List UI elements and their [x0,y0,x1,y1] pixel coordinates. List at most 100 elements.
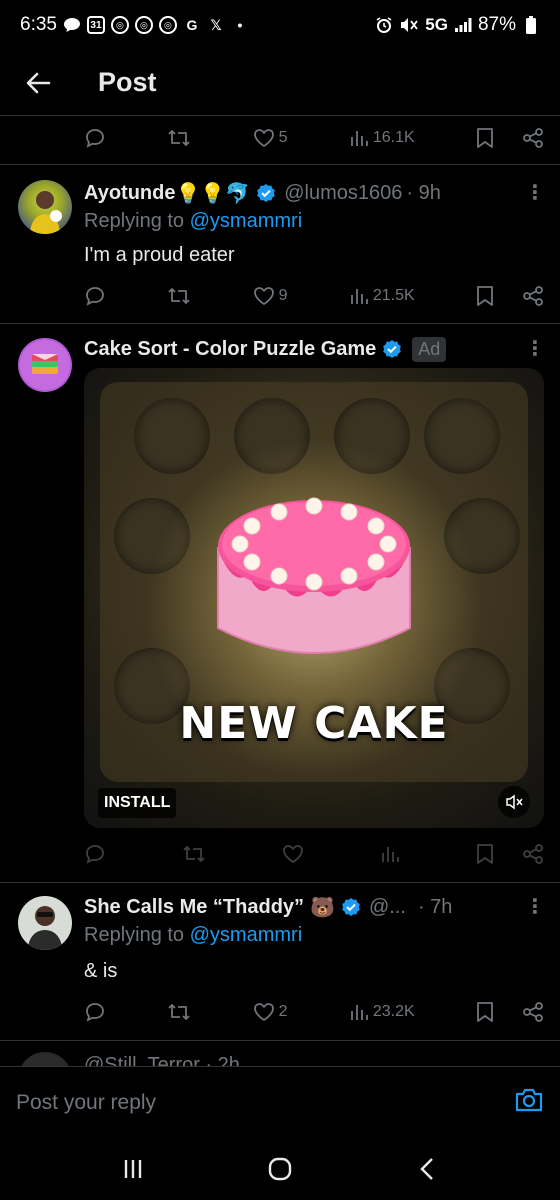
tweet-text: & is [84,960,118,982]
reply-input[interactable] [16,1090,476,1115]
top-header: Post [0,50,560,116]
verified-badge-icon [341,897,361,917]
cake-app-icon [20,340,70,390]
mute-toggle[interactable] [498,786,530,818]
like-button[interactable] [282,844,304,864]
install-button[interactable]: INSTALL [98,788,177,818]
repost-button[interactable] [167,127,191,149]
next-tweet-peek[interactable]: @Still_Terror · 2h [0,1040,560,1066]
status-bar: 6:35 31 ◎ ◎ ◎ G 𝕏 • 5G 87% [0,0,560,50]
like-button[interactable]: 2 [253,1002,288,1022]
mention-link[interactable]: @ysmammri [190,924,303,946]
dot-icon: • [237,17,243,33]
reply-button[interactable] [84,127,106,149]
instagram-icon: ◎ [110,16,129,34]
x-logo-icon: 𝕏 [210,16,222,33]
system-nav-bar [0,1138,560,1200]
reply-icon [86,845,104,864]
post-time: · 9h [406,181,441,204]
avatar[interactable] [18,896,72,950]
battery-icon [522,16,540,34]
share-icon [523,286,543,306]
home-icon [268,1157,292,1181]
share-button[interactable] [522,127,544,149]
share-button[interactable] [522,843,544,865]
divider [0,323,560,324]
avatar[interactable] [18,180,72,234]
recents-icon [125,1160,142,1178]
tweet-action-bar: 2 23.2K [84,992,544,1032]
user-handle[interactable]: @lumos1606 [284,182,402,205]
recent-apps-button[interactable] [103,1144,163,1194]
like-count: 2 [278,1003,288,1020]
repost-button[interactable] [182,843,206,865]
avatar[interactable] [18,338,72,392]
divider [0,164,560,165]
more-options-icon[interactable]: ⋮ [525,894,545,919]
share-button[interactable] [522,285,544,307]
arrow-left-icon [26,72,51,93]
tweet-header: Cake Sort - Color Puzzle Game Ad ⋮ [84,334,545,364]
home-button[interactable] [250,1144,310,1194]
verified-badge-icon [256,183,276,203]
ad-headline: NEW CAKE [179,698,449,749]
like-button[interactable]: 5 [253,128,288,148]
more-options-icon[interactable]: ⋮ [525,180,545,205]
reply-button[interactable] [84,843,106,865]
ad-tools [476,843,544,865]
back-button[interactable] [0,50,76,116]
camera-button[interactable] [514,1086,544,1119]
divider [0,882,560,883]
avatar[interactable] [18,1052,72,1066]
repost-button[interactable] [167,1001,191,1023]
views-button[interactable]: 21.5K [349,286,415,306]
views-button[interactable]: 16.1K [349,128,415,148]
avatar-image [28,906,62,950]
reply-icon [86,1003,104,1022]
share-button[interactable] [522,1001,544,1023]
bookmark-button[interactable] [476,843,494,865]
display-name[interactable]: Ayotunde [84,182,175,205]
reply-composer [0,1066,560,1138]
heart-icon [253,1003,274,1022]
reply-button[interactable] [84,285,106,307]
tweet-header: Ayotunde 💡💡🐬 @lumos1606 · 9h ⋮ [84,178,545,208]
view-count: 23.2K [372,1003,415,1020]
share-icon [523,128,543,148]
page-title: Post [98,67,157,97]
calendar-icon: 31 [86,16,105,34]
mention-link[interactable]: @ysmammri [190,210,303,232]
user-handle[interactable]: @... [369,896,406,919]
instagram-icon: ◎ [158,16,177,34]
reply-button[interactable] [84,1001,106,1023]
more-options-icon[interactable]: ⋮ [525,336,545,361]
repost-icon [168,288,190,304]
bookmark-button[interactable] [476,285,494,307]
reply-icon [86,129,104,148]
bookmark-icon [477,1002,493,1022]
alarm-icon [375,16,393,34]
views-icon [350,289,368,304]
replying-label: Replying to [84,924,185,946]
ad-media[interactable]: NEW CAKE INSTALL [84,368,544,828]
bookmark-button[interactable] [476,1001,494,1023]
repost-button[interactable] [167,285,191,307]
post-tools [476,127,544,149]
avatar-image [30,191,62,234]
views-button[interactable]: 23.2K [349,1002,415,1022]
display-name[interactable]: She Calls Me “Thaddy” [84,896,304,919]
view-count: 21.5K [372,287,415,304]
bookmark-button[interactable] [476,127,494,149]
repost-icon [168,130,190,146]
chevron-left-icon [419,1158,433,1180]
views-icon [350,131,368,146]
ad-action-bar [84,834,544,874]
tweet-action-bar: 9 21.5K [84,276,544,316]
bookmark-icon [477,286,493,306]
name-emoji: 💡💡🐬 [175,182,251,205]
like-button[interactable]: 9 [253,286,288,306]
system-back-button[interactable] [397,1144,457,1194]
plate [134,398,210,474]
views-button[interactable] [380,844,400,864]
display-name[interactable]: Cake Sort - Color Puzzle Game [84,338,376,361]
